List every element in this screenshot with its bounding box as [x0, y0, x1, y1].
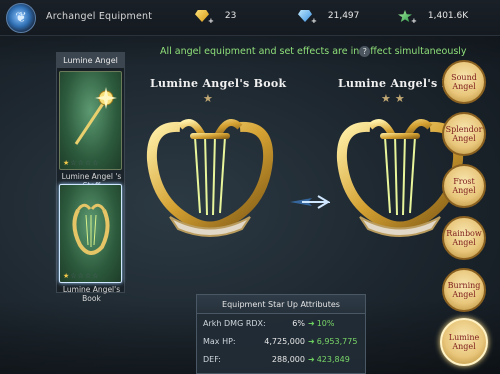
- star-rating: ★ ☆ ☆ ☆ ☆: [63, 272, 99, 280]
- next-stars: ★ ★: [381, 92, 405, 105]
- equipment-card-staff[interactable]: ★ ☆ ☆ ☆ ☆: [59, 71, 122, 170]
- set-panel: Lumine Angel Set ★☆☆☆☆ Lumine Angel 's S…: [56, 52, 125, 303]
- help-icon[interactable]: ?: [359, 46, 371, 57]
- star-rating: ★ ☆ ☆ ☆ ☆: [63, 159, 99, 167]
- resource-star[interactable]: + 1,401.6K: [398, 10, 469, 25]
- attribute-row: DEF: 288,000 ➜ 423,849: [203, 355, 350, 364]
- set-button-splendor-angel[interactable]: Splendor Angel: [442, 112, 486, 156]
- blue-diamond-icon: [298, 10, 312, 22]
- attribute-row: Max HP: 4,725,000 ➜ 6,953,775: [203, 337, 358, 346]
- resource-gold[interactable]: + 23: [195, 10, 237, 25]
- set-button-sound-angel[interactable]: Sound Angel: [442, 60, 486, 104]
- set-button-frost-angel[interactable]: Frost Angel: [442, 164, 486, 208]
- back-button[interactable]: ❦: [6, 3, 36, 33]
- gold-gem-icon: [195, 10, 209, 22]
- arrow-right-icon: ➜: [308, 337, 315, 346]
- plus-icon: +: [208, 17, 214, 25]
- current-item-name: Lumine Angel's Book: [150, 77, 287, 90]
- resource-value: 23: [224, 11, 237, 21]
- arrow-right-icon: ➜: [308, 355, 315, 364]
- info-text: All angel equipment and set effects are …: [160, 46, 467, 57]
- page-title: Archangel Equipment: [46, 11, 153, 22]
- lyre-icon: [72, 203, 110, 255]
- top-bar: ❦ Archangel Equipment + 23 + 21,497 + 1,…: [0, 0, 500, 36]
- equipment-card-book[interactable]: ★ ☆ ☆ ☆ ☆: [59, 184, 122, 283]
- set-button-burning-angel[interactable]: Burning Angel: [442, 268, 486, 312]
- staff-icon: [74, 87, 117, 145]
- resource-value: 1,401.6K: [427, 11, 469, 21]
- card-label: Lumine Angel's Book: [62, 285, 121, 303]
- current-lyre-image: [146, 119, 274, 237]
- set-button-lumine-angel[interactable]: Lumine Angel: [440, 318, 488, 366]
- attribute-row: Arkh DMG RDX: 6% ➜ 10%: [203, 319, 335, 328]
- attributes-title: Equipment Star Up Attributes: [197, 295, 365, 314]
- arrow-right-icon: ➜: [308, 319, 315, 328]
- green-star-icon: [398, 10, 412, 22]
- plus-icon: +: [311, 17, 317, 25]
- set-button-rainbow-angel[interactable]: Rainbow Angel: [442, 216, 486, 260]
- wing-icon: ❦: [15, 10, 27, 26]
- resource-diamond[interactable]: + 21,497: [298, 10, 360, 25]
- resource-value: 21,497: [327, 11, 360, 21]
- star-up-attributes-panel: Equipment Star Up Attributes Arkh DMG RD…: [196, 294, 366, 374]
- plus-icon: +: [411, 17, 417, 25]
- upgrade-arrow-icon: [290, 195, 330, 209]
- current-stars: ★: [203, 92, 213, 105]
- set-title: Lumine Angel Set: [57, 53, 124, 80]
- next-item-name: Lumine Angel's Bo: [338, 77, 459, 90]
